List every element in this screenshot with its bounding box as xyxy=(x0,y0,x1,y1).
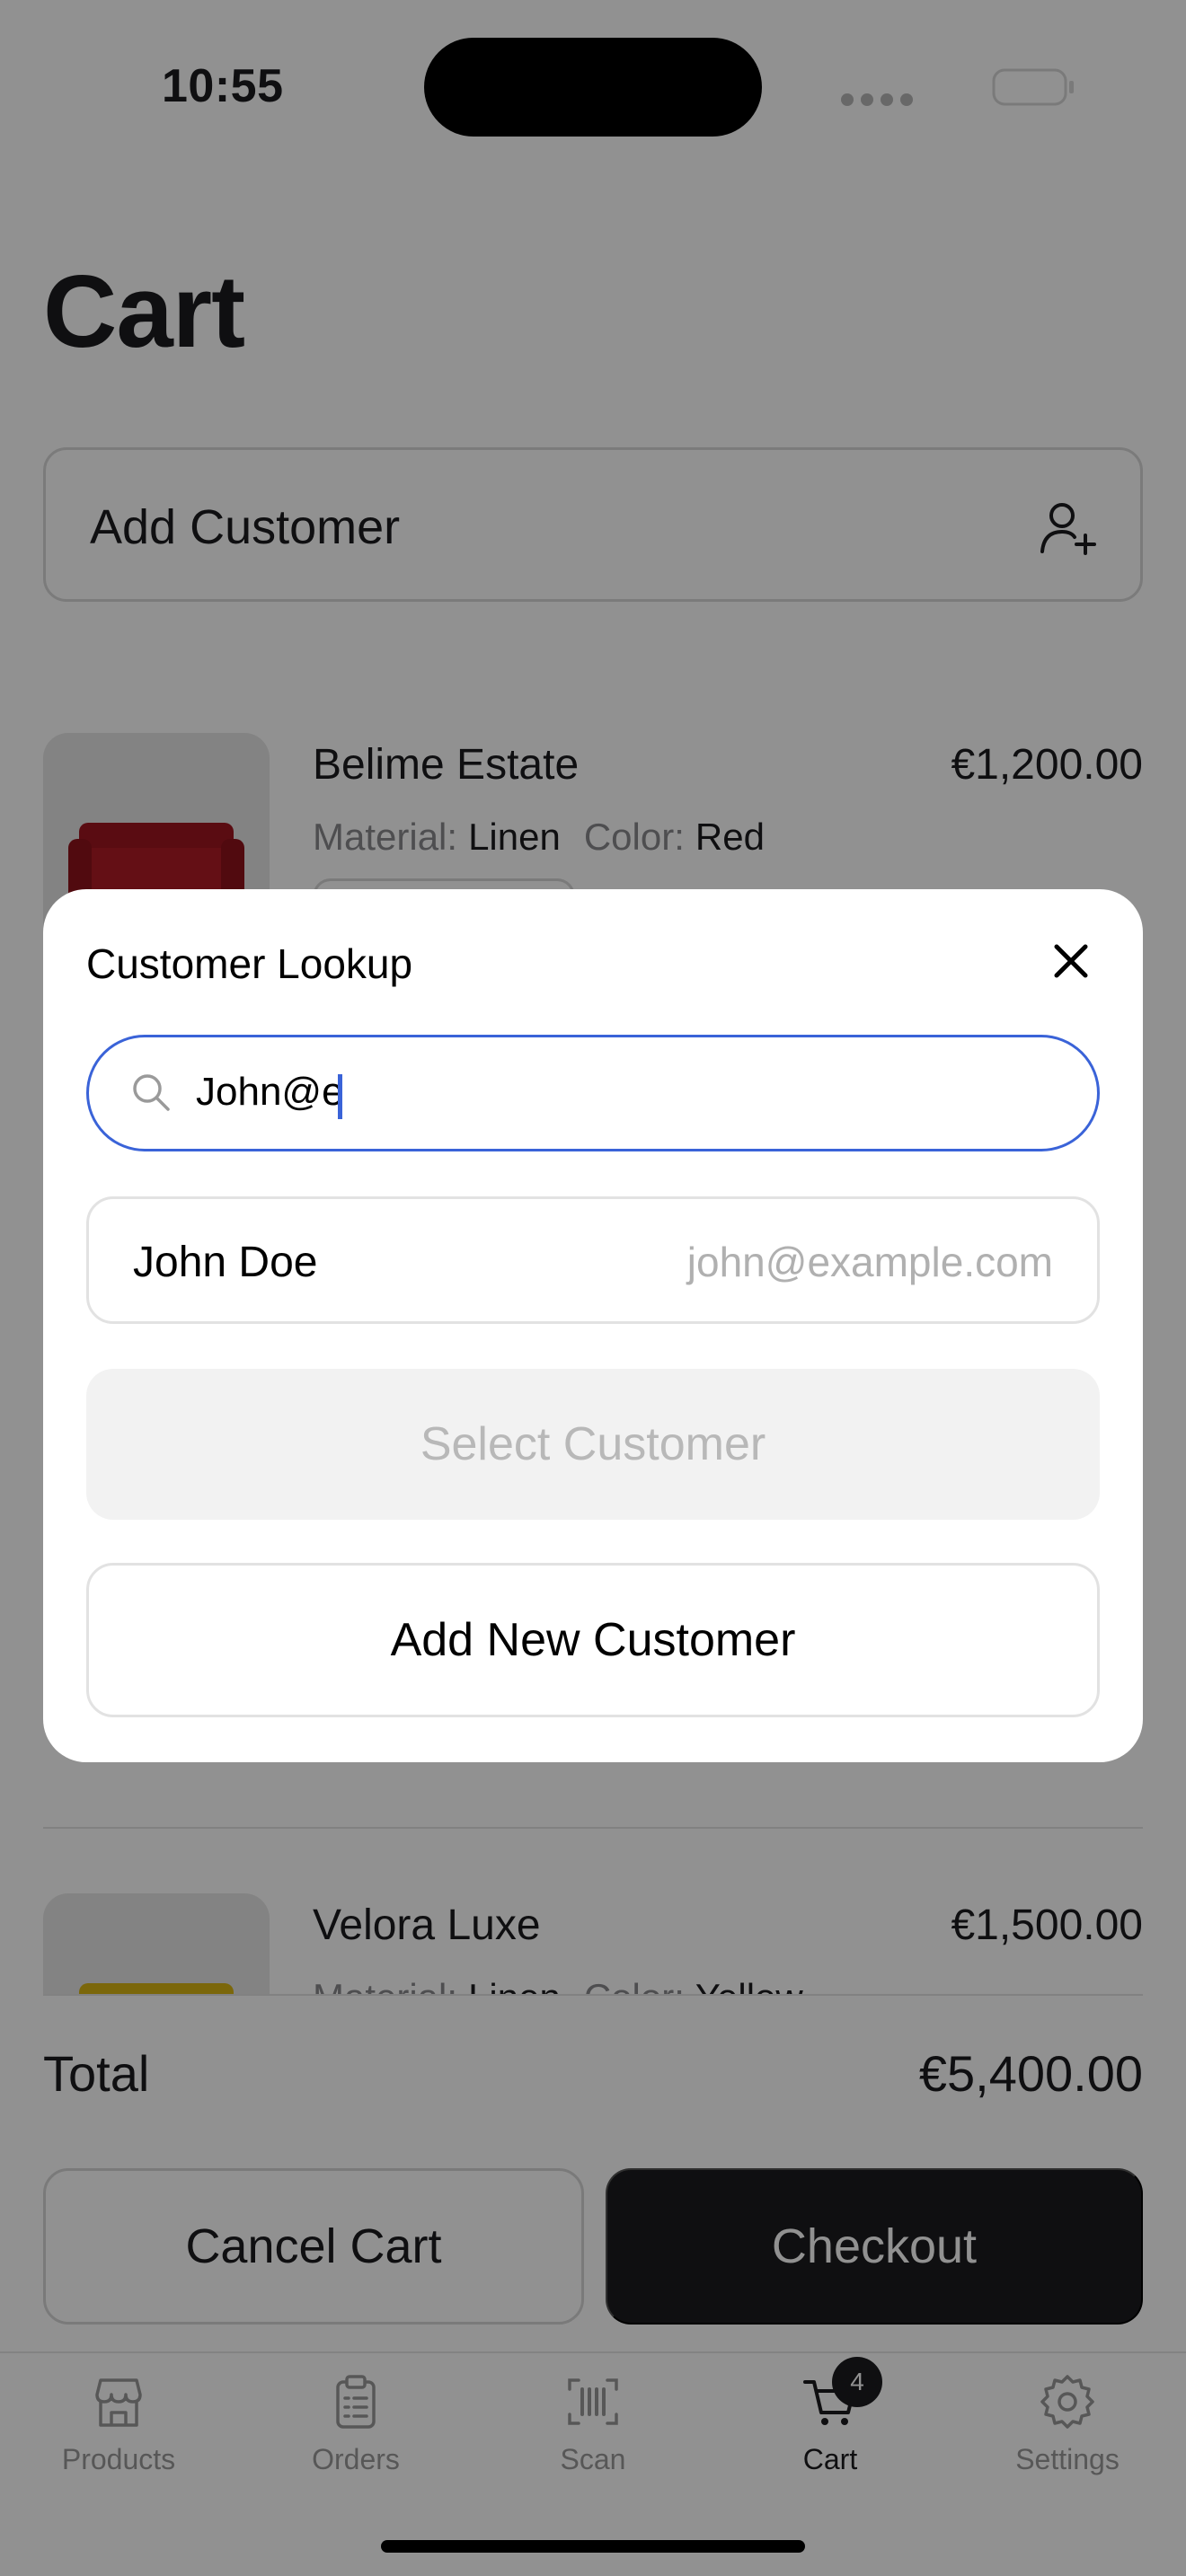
customer-result-name: John Doe xyxy=(133,1239,318,1286)
close-icon[interactable] xyxy=(1049,940,1093,983)
customer-result-email: john@example.com xyxy=(686,1239,1053,1285)
text-caret xyxy=(338,1074,342,1119)
modal-title: Customer Lookup xyxy=(86,940,413,987)
home-indicator[interactable] xyxy=(381,2540,805,2553)
customer-search-input[interactable] xyxy=(196,1063,1058,1121)
search-icon xyxy=(133,1074,170,1111)
add-new-customer-button[interactable]: Add New Customer xyxy=(86,1563,1100,1717)
select-customer-button[interactable]: Select Customer xyxy=(86,1369,1100,1520)
